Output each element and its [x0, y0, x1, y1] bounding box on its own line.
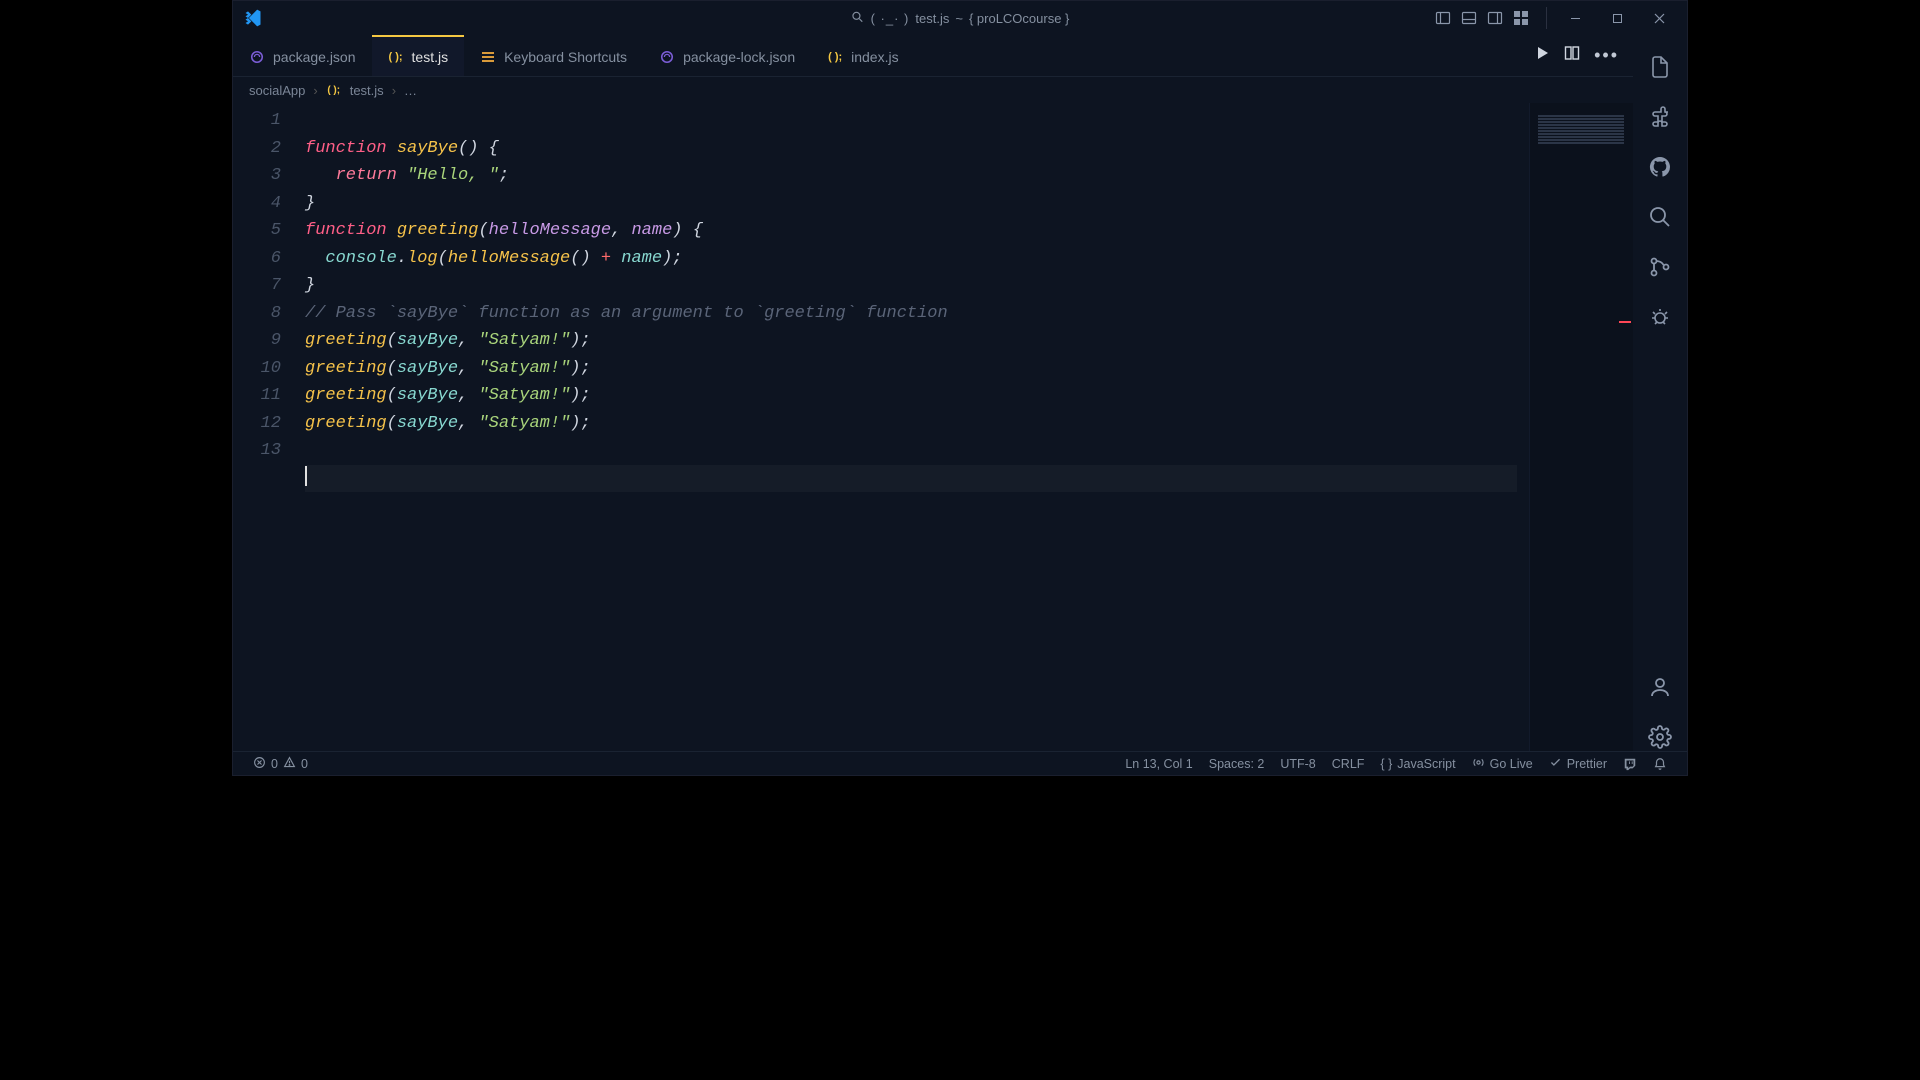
status-golive[interactable]: Go Live — [1464, 756, 1541, 772]
minimap[interactable] — [1529, 103, 1633, 751]
explorer-icon[interactable] — [1646, 53, 1674, 81]
more-actions-icon[interactable]: ••• — [1594, 45, 1619, 66]
broadcast-icon — [1472, 756, 1485, 772]
status-language[interactable]: { } JavaScript — [1372, 757, 1463, 771]
search-icon — [851, 10, 865, 27]
toggle-right-panel-icon[interactable] — [1484, 7, 1506, 29]
braces-icon: { } — [1380, 757, 1392, 771]
status-problems[interactable]: 0 0 — [245, 756, 316, 772]
toggle-bottom-panel-icon[interactable] — [1458, 7, 1480, 29]
activity-bar — [1633, 35, 1687, 751]
keyboard-icon — [480, 49, 496, 65]
tab-label: package.json — [273, 49, 356, 65]
settings-gear-icon[interactable] — [1646, 723, 1674, 751]
tab-keyboard-shortcuts[interactable]: Keyboard Shortcuts — [464, 35, 643, 76]
debug-icon[interactable] — [1646, 303, 1674, 331]
extensions-icon[interactable] — [1646, 103, 1674, 131]
split-editor-icon[interactable] — [1564, 45, 1580, 66]
github-icon[interactable] — [1646, 153, 1674, 181]
status-bell-icon[interactable] — [1645, 757, 1675, 771]
maximize-button[interactable] — [1597, 3, 1637, 33]
tab-label: index.js — [851, 49, 898, 65]
code-editor[interactable]: 12345678910111213 function sayBye() { re… — [233, 103, 1633, 751]
breadcrumb-file: test.js — [350, 83, 384, 98]
line-gutter: 12345678910111213 — [233, 103, 305, 751]
breadcrumb-more: … — [404, 83, 417, 98]
code-area[interactable]: function sayBye() { return "Hello, ";}fu… — [305, 103, 1529, 751]
warning-icon — [283, 756, 296, 772]
json-icon — [659, 49, 675, 65]
check-icon — [1549, 756, 1562, 772]
layout-controls — [1432, 7, 1547, 29]
minimize-button[interactable] — [1555, 3, 1595, 33]
status-bar: 0 0 Ln 13, Col 1 Spaces: 2 UTF-8 CRLF { … — [233, 751, 1687, 775]
tab-package-json[interactable]: package.json — [233, 35, 372, 76]
status-twitch-icon[interactable] — [1615, 757, 1645, 771]
js-icon: ( ); — [326, 82, 342, 98]
js-icon: ( ); — [827, 49, 843, 65]
breadcrumb[interactable]: socialApp › ( ); test.js › … — [233, 77, 1633, 103]
source-control-icon[interactable] — [1646, 253, 1674, 281]
chevron-right-icon: › — [392, 83, 396, 98]
tab-index-js[interactable]: ( ); index.js — [811, 35, 914, 76]
vscode-icon — [241, 6, 265, 30]
breadcrumb-root: socialApp — [249, 83, 305, 98]
editor-tabs: package.json ( ); test.js Keyboard Short… — [233, 35, 1633, 77]
search-icon[interactable] — [1646, 203, 1674, 231]
minimap-marker — [1619, 321, 1631, 323]
account-icon[interactable] — [1646, 673, 1674, 701]
status-position[interactable]: Ln 13, Col 1 — [1117, 757, 1200, 771]
tab-label: package-lock.json — [683, 49, 795, 65]
customize-layout-icon[interactable] — [1510, 7, 1532, 29]
run-icon[interactable] — [1534, 45, 1550, 66]
tab-label: Keyboard Shortcuts — [504, 49, 627, 65]
window-title: ( ·_· ) test.js ~ { proLCOcourse } — [851, 10, 1070, 27]
close-button[interactable] — [1639, 3, 1679, 33]
json-icon — [249, 49, 265, 65]
tab-label: test.js — [412, 49, 449, 65]
tab-package-lock-json[interactable]: package-lock.json — [643, 35, 811, 76]
tab-test-js[interactable]: ( ); test.js — [372, 35, 465, 76]
error-icon — [253, 756, 266, 772]
toggle-left-panel-icon[interactable] — [1432, 7, 1454, 29]
js-icon: ( ); — [388, 49, 404, 65]
status-prettier[interactable]: Prettier — [1541, 756, 1615, 772]
status-encoding[interactable]: UTF-8 — [1272, 757, 1323, 771]
minimap-content — [1538, 115, 1624, 145]
status-indent[interactable]: Spaces: 2 — [1201, 757, 1273, 771]
text-cursor — [305, 466, 307, 486]
status-eol[interactable]: CRLF — [1324, 757, 1373, 771]
titlebar: ( ·_· ) test.js ~ { proLCOcourse } — [233, 1, 1687, 35]
chevron-right-icon: › — [313, 83, 317, 98]
